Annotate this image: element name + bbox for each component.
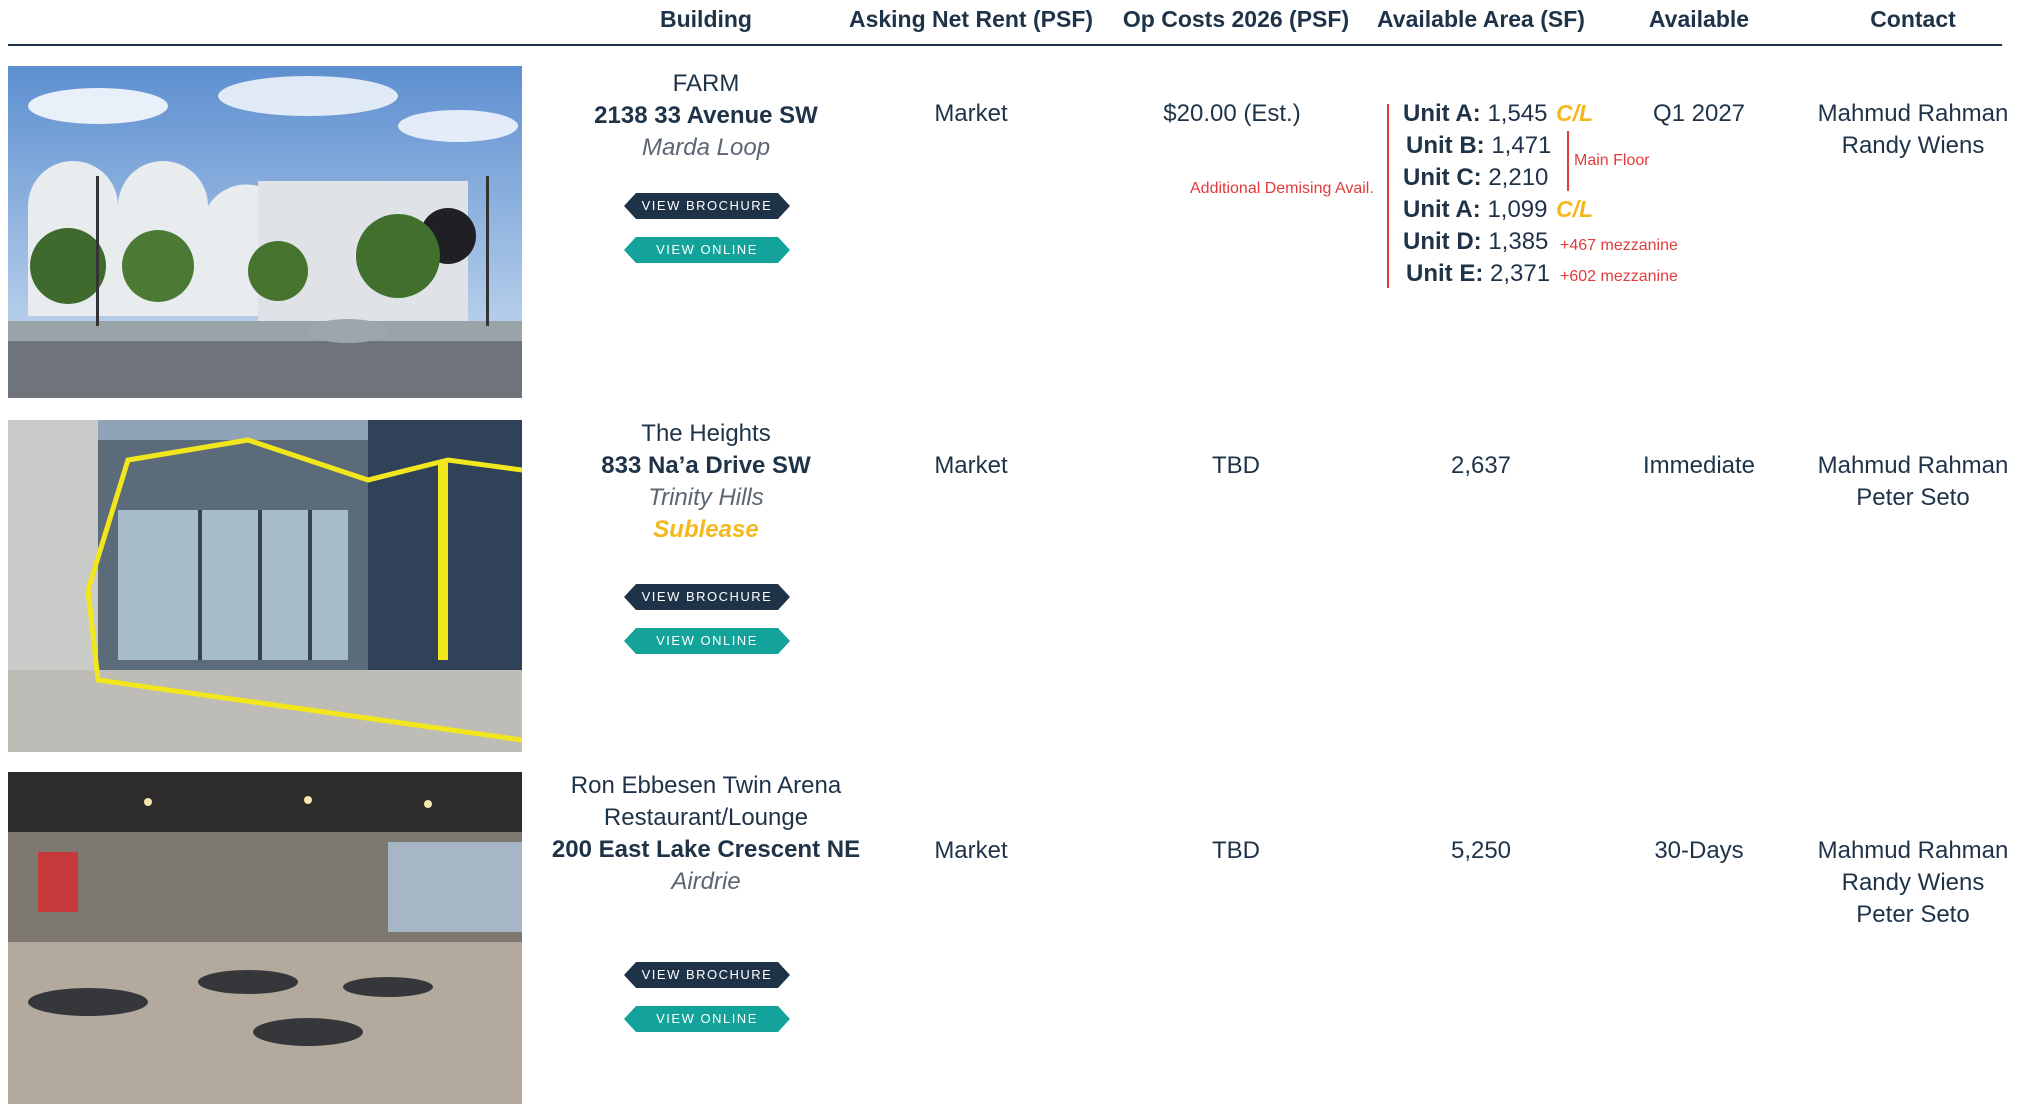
view-brochure-button[interactable]: VIEW BROCHURE [624,962,790,988]
contact-name: Peter Seto [1856,901,1970,928]
available-area-value: 5,250 [1450,837,1512,864]
building-area: Airdrie [671,868,741,895]
building-name-line-2: Restaurant/Lounge [603,804,809,831]
contact-list: Mahmud Rahman Randy Wiens Peter Seto [1800,835,2026,931]
building-name: Ron Ebbesen Twin Arena [570,772,842,799]
asking-rent-value: Market [934,837,1008,864]
contact-name: Mahmud Rahman [1817,837,2009,864]
table-row: Ron Ebbesen Twin Arena Restaurant/Lounge… [0,0,2026,1104]
contact-name: Randy Wiens [1841,869,1985,896]
building-address: 200 East Lake Crescent NE [551,836,861,863]
view-online-button[interactable]: VIEW ONLINE [624,1006,790,1032]
op-costs-value: TBD [1212,837,1260,864]
arena-restaurant-photo [8,772,522,1104]
available-value: 30-Days [1654,837,1744,864]
building-cell: Ron Ebbesen Twin Arena Restaurant/Lounge… [530,770,882,898]
